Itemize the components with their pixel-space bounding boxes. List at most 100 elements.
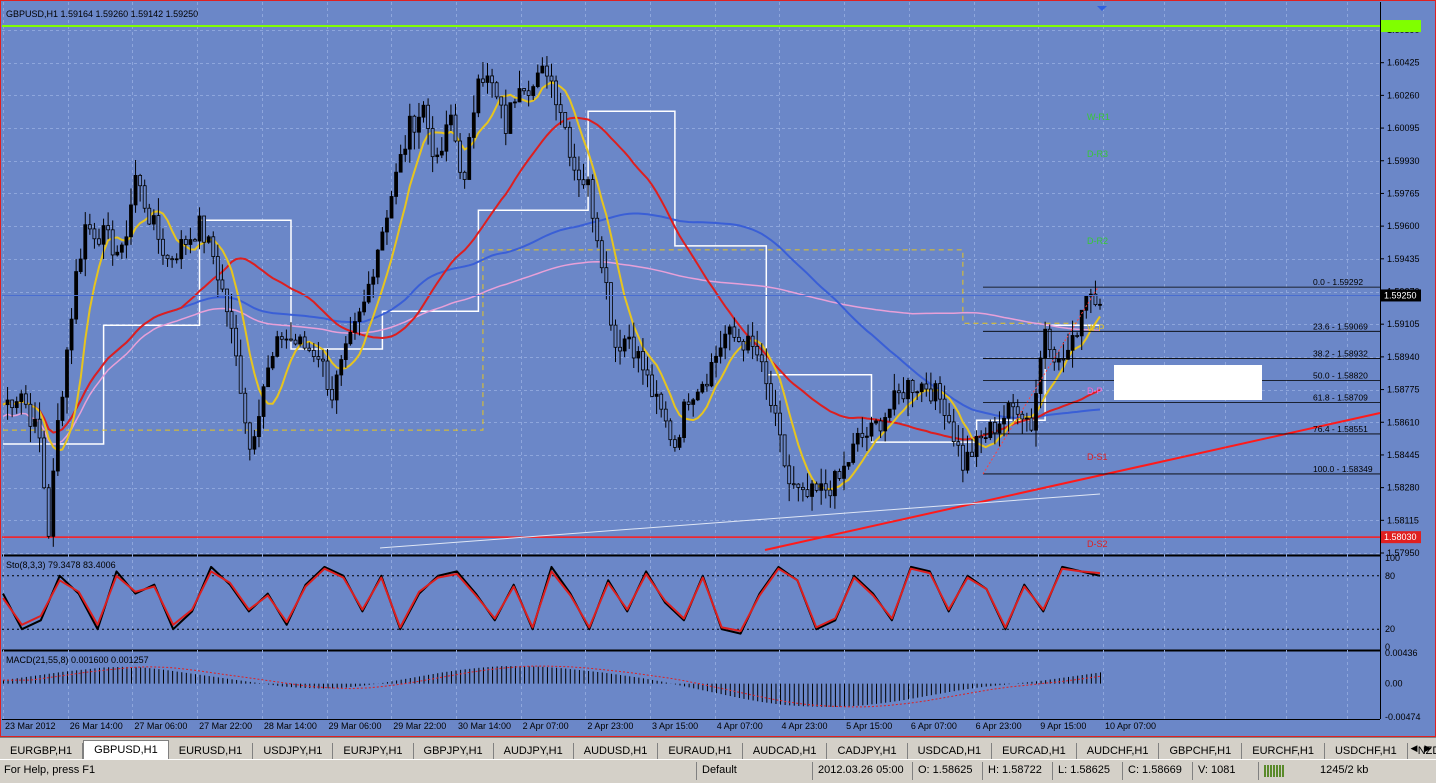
- candle-bull: [270, 355, 275, 369]
- candle-bull: [997, 423, 1002, 434]
- stoch-tick-label: 100: [1385, 553, 1400, 563]
- candle-bear: [462, 171, 467, 180]
- candle-bull: [69, 318, 74, 351]
- tab-scroll-left-icon[interactable]: ◀: [1408, 741, 1420, 755]
- candle-bull: [508, 102, 513, 134]
- chart-canvas[interactable]: 1.605901.604251.602601.600951.599301.597…: [0, 0, 1436, 737]
- candle-bear: [938, 383, 942, 400]
- candle-bear: [782, 434, 787, 467]
- candle-bear: [554, 80, 558, 106]
- stoch-tick-label: 20: [1385, 624, 1395, 634]
- time-tick-label: 23 Mar 2012: [5, 721, 56, 731]
- macd-tick-label: 0.00436: [1385, 648, 1418, 658]
- candle-bear: [609, 282, 613, 326]
- candle-bull: [906, 380, 910, 400]
- time-tick-label: 4 Apr 07:00: [717, 721, 763, 731]
- candle-bull: [714, 355, 718, 363]
- candle-bear: [778, 412, 782, 436]
- time-tick-label: 3 Apr 15:00: [652, 721, 698, 731]
- candle-bear: [924, 383, 929, 390]
- fib-level-label: 0.0 - 1.59292: [1313, 277, 1363, 287]
- candle-bull: [887, 408, 892, 418]
- tab-gbpusd-h1[interactable]: GBPUSD,H1: [83, 740, 169, 760]
- candle-bear: [453, 114, 458, 142]
- candle-bear: [613, 324, 618, 348]
- price-tick-label: 1.58940: [1387, 352, 1420, 362]
- candle-bear: [97, 238, 101, 245]
- candle-bull: [65, 349, 69, 398]
- tab-usdchf-h1[interactable]: USDCHF,H1: [1325, 743, 1408, 760]
- candle-bull: [540, 65, 545, 74]
- candle-bull: [983, 437, 988, 440]
- candle-bear: [147, 207, 152, 225]
- candle-bull: [179, 239, 184, 260]
- candle-bull: [174, 258, 179, 261]
- time-tick-label: 6 Apr 07:00: [911, 721, 957, 731]
- time-tick-label: 26 Mar 14:00: [70, 721, 123, 731]
- tab-gbpchf-h1[interactable]: GBPCHF,H1: [1159, 743, 1243, 760]
- candle-bear: [590, 179, 595, 219]
- chart-window[interactable]: 1.605901.604251.602601.600951.599301.597…: [0, 0, 1436, 737]
- candle-bear: [901, 392, 906, 400]
- candle-bear: [1047, 328, 1052, 351]
- time-tick-label: 2 Apr 07:00: [523, 721, 569, 731]
- tab-usdcad-h1[interactable]: USDCAD,H1: [908, 743, 993, 760]
- candle-bull: [1098, 303, 1102, 306]
- tab-eurcad-h1[interactable]: EURCAD,H1: [992, 743, 1077, 760]
- tab-eurgbp-h1[interactable]: EURGBP,H1: [0, 743, 84, 760]
- candle-bull: [78, 258, 83, 272]
- candle-bear: [878, 420, 883, 432]
- candle-bull: [535, 72, 540, 87]
- time-tick-label: 27 Mar 22:00: [199, 721, 252, 731]
- pivot-label: D-P: [1087, 386, 1103, 396]
- profile-name[interactable]: Default: [702, 764, 737, 776]
- candle-bear: [202, 215, 207, 243]
- candle-bear: [563, 112, 568, 128]
- candle-bull: [398, 154, 403, 173]
- candle-bull: [700, 383, 705, 393]
- fib-level-label: 76.4 - 1.58551: [1313, 424, 1368, 434]
- tab-audchf-h1[interactable]: AUDCHF,H1: [1077, 743, 1160, 760]
- candle-bull: [476, 78, 481, 114]
- tab-cadjpy-h1[interactable]: CADJPY,H1: [827, 743, 908, 760]
- help-text: For Help, press F1: [4, 764, 96, 776]
- tab-gbpjpy-h1[interactable]: GBPJPY,H1: [414, 743, 494, 760]
- time-tick-label: 27 Mar 06:00: [134, 721, 187, 731]
- candle-bear: [42, 437, 47, 489]
- candle-bear: [494, 82, 499, 98]
- price-tick-label: 1.58610: [1387, 417, 1420, 427]
- tab-eurchf-h1[interactable]: EURCHF,H1: [1242, 743, 1325, 760]
- tab-audjpy-h1[interactable]: AUDJPY,H1: [494, 743, 574, 760]
- candle-bear: [23, 393, 28, 405]
- candle-bear: [142, 185, 147, 209]
- candle-bull: [55, 420, 60, 472]
- candle-bear: [800, 486, 805, 491]
- candle-bull: [14, 401, 19, 409]
- candle-bear: [741, 341, 746, 351]
- candle-bull: [60, 396, 65, 421]
- status-high: H: 1.58722: [988, 764, 1042, 776]
- candle-bull: [257, 416, 261, 438]
- price-tick-label: 1.59105: [1387, 319, 1420, 329]
- tab-audcad-h1[interactable]: AUDCAD,H1: [743, 743, 828, 760]
- tab-audusd-h1[interactable]: AUDUSD,H1: [574, 743, 659, 760]
- candle-bear: [837, 471, 842, 479]
- candle-bear: [732, 326, 737, 338]
- candle-bull: [636, 351, 641, 359]
- candle-bull: [892, 390, 897, 410]
- tab-usdjpy-h1[interactable]: USDJPY,H1: [253, 743, 334, 760]
- candle-bull: [485, 75, 490, 83]
- candle-bear: [805, 489, 810, 497]
- tab-eurusd-h1[interactable]: EURUSD,H1: [169, 743, 254, 760]
- candle-bull: [362, 301, 366, 313]
- tab-scroll-right-icon[interactable]: ▶: [1422, 741, 1434, 755]
- pivot-label: D-S1: [1087, 452, 1108, 462]
- candle-bear: [458, 140, 462, 173]
- candle-bull: [1079, 309, 1084, 337]
- candle-bull: [727, 326, 732, 335]
- tab-euraud-h1[interactable]: EURAUD,H1: [658, 743, 743, 760]
- candle-bull: [622, 338, 627, 352]
- candle-bull: [389, 196, 394, 219]
- tab-eurjpy-h1[interactable]: EURJPY,H1: [333, 743, 414, 760]
- candle-bull: [718, 347, 723, 357]
